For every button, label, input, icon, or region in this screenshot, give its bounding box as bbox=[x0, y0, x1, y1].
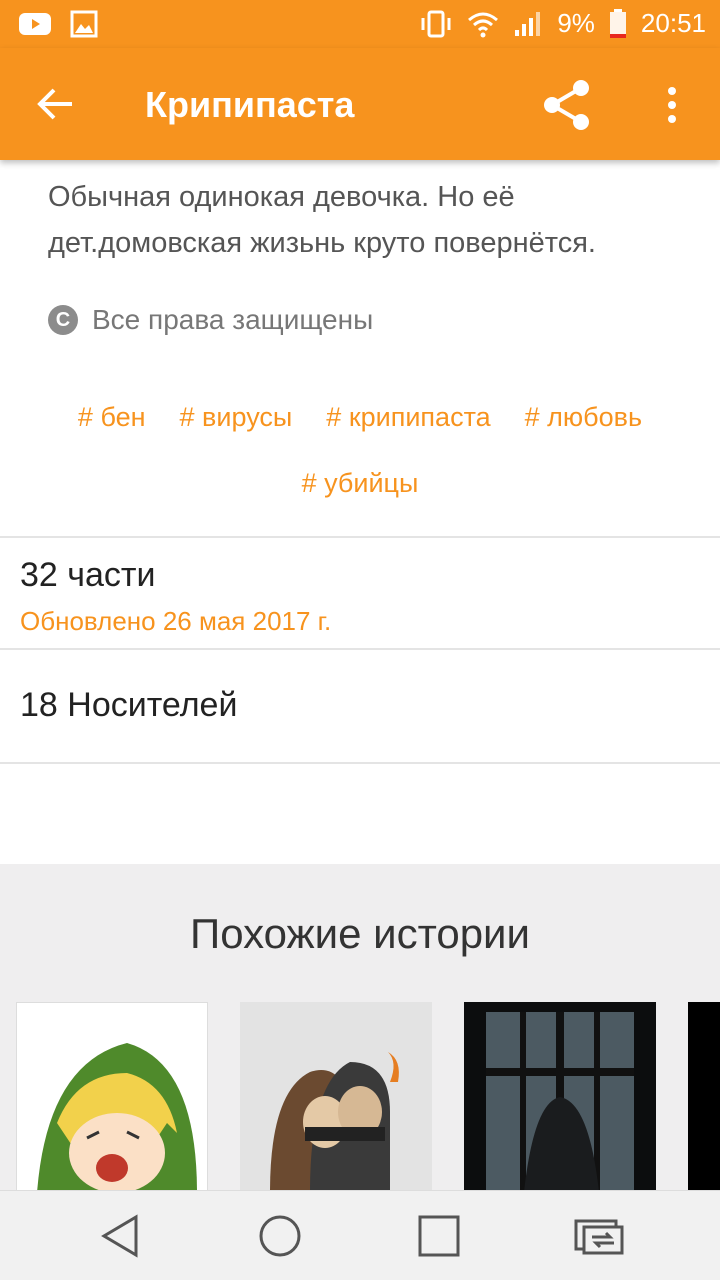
clock: 20:51 bbox=[640, 8, 706, 38]
story-cover[interactable] bbox=[16, 1002, 208, 1190]
divider bbox=[0, 648, 720, 650]
tag-creepypasta[interactable]: # крипипаста bbox=[326, 402, 490, 433]
recents-square-icon[interactable] bbox=[416, 1213, 462, 1259]
tag-ben[interactable]: # бен bbox=[78, 402, 146, 433]
battery-percent: 9% bbox=[557, 8, 595, 38]
signal-icon bbox=[515, 11, 541, 36]
copyright-icon: C bbox=[48, 305, 78, 335]
status-bar: 9% 20:51 bbox=[0, 0, 720, 48]
youtube-notification-icon bbox=[19, 13, 51, 35]
system-navigation-bar bbox=[0, 1190, 720, 1280]
app-bar: Крипипаста bbox=[0, 48, 720, 160]
share-icon[interactable] bbox=[540, 78, 594, 132]
copyright-label: Все права защищены bbox=[92, 304, 374, 335]
similar-stories-title: Похожие истории bbox=[190, 910, 530, 957]
story-cover[interactable] bbox=[240, 1002, 432, 1190]
tag-killers[interactable]: # убийцы bbox=[302, 468, 419, 499]
similar-stories-section: Похожие истории bbox=[0, 864, 720, 1190]
copyright-notice: C Все права защищены bbox=[48, 304, 373, 336]
story-description: Обычная одинокая девочка. Но её дет.домо… bbox=[48, 181, 596, 259]
back-triangle-icon[interactable] bbox=[98, 1213, 144, 1259]
gallery-notification-icon bbox=[70, 10, 98, 38]
back-arrow-icon[interactable] bbox=[32, 80, 80, 128]
home-circle-icon[interactable] bbox=[257, 1213, 303, 1259]
more-options-icon[interactable] bbox=[660, 86, 684, 126]
page-title: Крипипаста bbox=[145, 84, 355, 125]
story-cover[interactable] bbox=[688, 1002, 720, 1190]
parts-count[interactable]: 32 части bbox=[20, 556, 155, 595]
divider bbox=[0, 762, 720, 764]
tag-list: # бен # вирусы # крипипаста # любовь # у… bbox=[0, 384, 720, 516]
wifi-icon bbox=[468, 12, 499, 37]
vibrate-icon bbox=[421, 10, 451, 37]
divider bbox=[0, 536, 720, 538]
tag-love[interactable]: # любовь bbox=[525, 402, 642, 433]
story-details: Обычная одинокая девочка. Но её дет.домо… bbox=[0, 160, 720, 1190]
carriers-count[interactable]: 18 Носителей bbox=[20, 686, 237, 725]
story-cover[interactable] bbox=[464, 1002, 656, 1190]
tag-viruses[interactable]: # вирусы bbox=[180, 402, 293, 433]
battery-icon bbox=[609, 8, 626, 38]
updated-date: Обновлено 26 мая 2017 г. bbox=[20, 606, 332, 636]
switch-sim-icon[interactable] bbox=[572, 1213, 626, 1259]
